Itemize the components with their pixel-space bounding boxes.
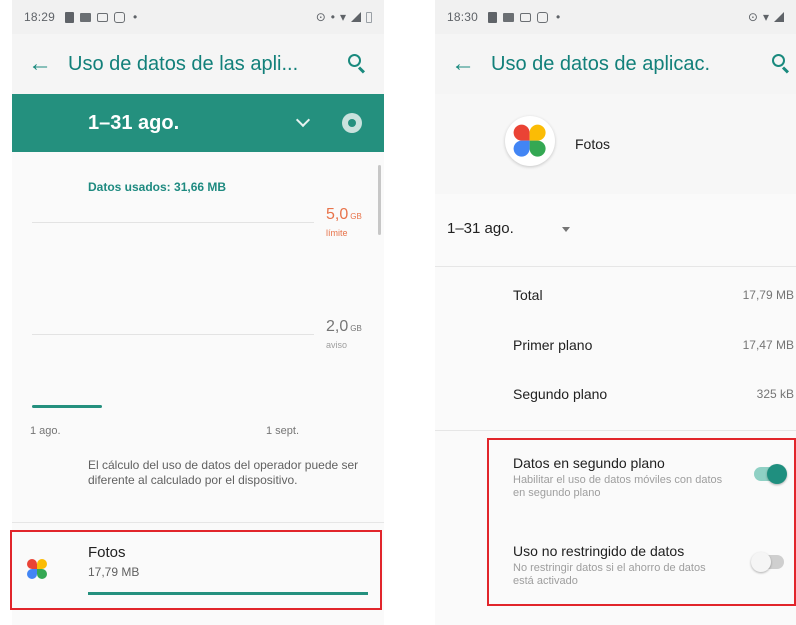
warning-value: 2,0 GB [326, 318, 362, 335]
app-bar: ← Uso de datos de las apli... [12, 34, 384, 94]
wifi-icon: ▾ [339, 10, 346, 24]
stat-value: 17,79 MB [742, 288, 794, 302]
carrier-note: El cálculo del uso de datos del operador… [88, 458, 359, 487]
period-selector[interactable]: 1–31 ago. [435, 200, 796, 260]
back-arrow-icon[interactable]: ← [12, 50, 68, 78]
stat-total: Total 17,79 MB [513, 287, 796, 311]
toggle-unrestricted-data[interactable]: Uso no restringido de datos No restringi… [513, 543, 796, 599]
stat-background: Segundo plano 325 kB [513, 386, 796, 410]
app-list-item[interactable]: Fotos 17,79 MB [12, 532, 384, 608]
search-icon[interactable] [768, 51, 794, 77]
more-notifications-icon: • [556, 10, 561, 24]
stat-label: Segundo plano [513, 386, 608, 402]
app-name: Fotos [88, 544, 126, 561]
chevron-down-icon[interactable] [295, 112, 311, 128]
wifi-icon: ▾ [762, 10, 769, 24]
image-icon [520, 12, 532, 22]
more-notifications-icon: • [133, 10, 138, 24]
toggle-background-data[interactable]: Datos en segundo plano Habilitar el uso … [513, 455, 796, 511]
app-header: Fotos [435, 94, 796, 194]
limit-label: límite [326, 228, 348, 238]
dropdown-arrow-icon[interactable] [562, 227, 570, 232]
warning-gridline [32, 334, 314, 335]
app-bar: ← Uso de datos de aplicac. [435, 34, 796, 94]
limit-value: 5,0 GB [326, 206, 362, 223]
toggle-title: Datos en segundo plano [513, 455, 665, 471]
battery-icon [366, 11, 372, 23]
x-axis-start-label: 1 ago. [30, 425, 61, 437]
notification-icon [65, 11, 75, 23]
data-used-label: Datos usados: 31,66 MB [88, 180, 227, 194]
google-photos-icon [505, 116, 555, 166]
scrollbar[interactable] [378, 165, 381, 235]
sync-icon: ⊙ [747, 10, 758, 24]
message-icon [503, 12, 515, 22]
status-bar: 18:29 • ⊙ • ▾ [12, 0, 384, 34]
stat-label: Total [513, 287, 543, 303]
app-name: Fotos [575, 136, 611, 152]
period-label: 1–31 ago. [447, 220, 514, 237]
sync-icon: ⊙ [315, 10, 326, 24]
background-data-switch[interactable] [754, 464, 787, 484]
cell-signal-icon [774, 12, 784, 22]
status-bar: 18:30 • ⊙ ▾ [435, 0, 796, 34]
instagram-icon [114, 11, 126, 23]
gear-icon[interactable] [342, 113, 362, 133]
billing-cycle-bar: 1–31 ago. [12, 94, 384, 152]
screen-app-data-usage-list: 18:29 • ⊙ • ▾ ← Uso de datos de las apli… [12, 0, 384, 625]
x-axis-end-label: 1 sept. [266, 425, 300, 437]
warning-label: aviso [326, 340, 348, 350]
toggle-subtitle: No restringir datos si el ahorro de dato… [513, 562, 706, 587]
back-arrow-icon[interactable]: ← [435, 50, 491, 78]
stat-label: Primer plano [513, 337, 593, 353]
message-icon [80, 12, 92, 22]
stat-value: 17,47 MB [742, 338, 794, 352]
divider [435, 430, 796, 431]
usage-progress-bar [88, 592, 368, 595]
status-time: 18:29 [24, 10, 56, 24]
instagram-icon [537, 11, 549, 23]
app-size: 17,79 MB [88, 565, 140, 579]
search-icon[interactable] [344, 51, 370, 77]
stat-foreground: Primer plano 17,47 MB [513, 337, 796, 361]
dot-icon: • [330, 10, 335, 24]
notification-icon [488, 11, 498, 23]
unrestricted-data-switch[interactable] [751, 552, 784, 572]
google-photos-icon [26, 558, 48, 580]
status-time: 18:30 [447, 10, 479, 24]
page-title: Uso de datos de las apli... [68, 52, 299, 75]
divider [12, 522, 384, 523]
page-title: Uso de datos de aplicac. [491, 52, 711, 75]
usage-line [32, 405, 102, 408]
divider [435, 266, 796, 267]
toggle-subtitle: Habilitar el uso de datos móviles con da… [513, 474, 723, 499]
limit-gridline [32, 222, 314, 223]
screen-app-data-usage-detail: 18:30 • ⊙ ▾ ← Uso de datos de aplicac. F… [435, 0, 796, 625]
cycle-period[interactable]: 1–31 ago. [88, 112, 179, 135]
cell-signal-icon [351, 12, 361, 22]
image-icon [97, 12, 109, 22]
stat-value: 325 kB [756, 387, 794, 401]
toggle-title: Uso no restringido de datos [513, 543, 685, 559]
